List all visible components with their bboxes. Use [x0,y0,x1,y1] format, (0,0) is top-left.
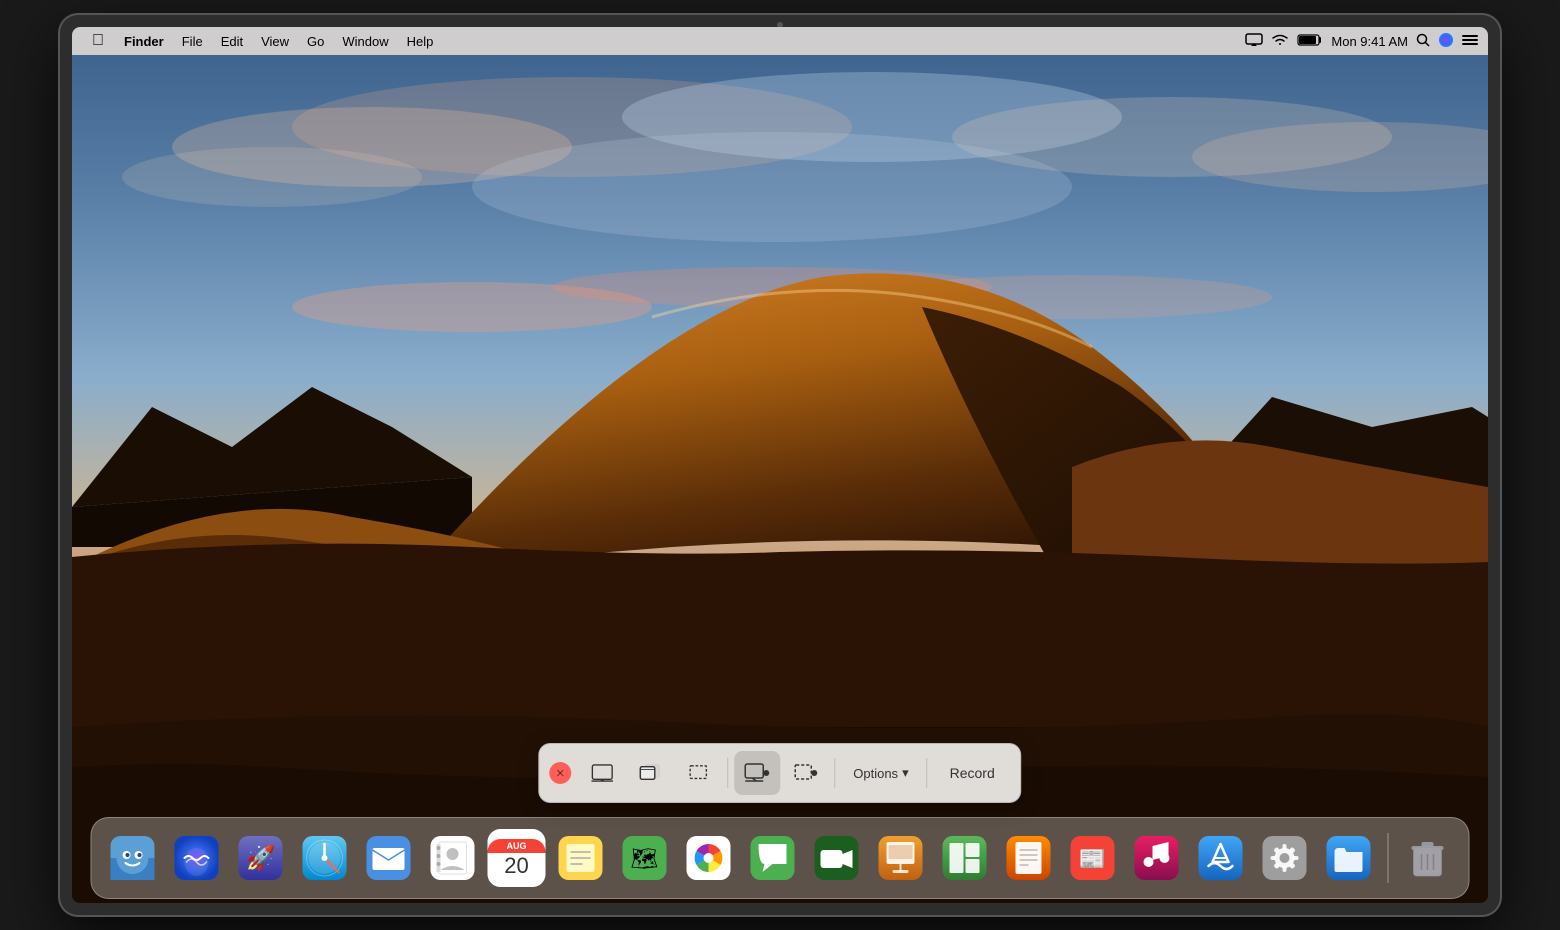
wifi-icon[interactable] [1271,33,1289,50]
dock-item-numbers[interactable] [936,829,994,887]
capture-window-button[interactable] [627,751,673,795]
record-screen-button[interactable] [734,751,780,795]
dock-item-safari[interactable] [296,829,354,887]
laptop-frame:  Finder File Edit View Go Window Help [60,15,1500,915]
options-chevron: ▾ [902,765,909,781]
record-selection-button[interactable] [782,751,828,795]
dock-item-photos[interactable] [680,829,738,887]
dock-item-files[interactable] [1320,829,1378,887]
notification-center-icon[interactable] [1462,33,1478,50]
dock-item-systemprefs[interactable] [1256,829,1314,887]
dock-item-music[interactable] [1128,829,1186,887]
toolbar-divider-1 [727,758,728,788]
apple-menu[interactable]:  [82,30,114,52]
dock-item-messages[interactable] [744,829,802,887]
screenshot-toolbar: Options ▾ Record [538,743,1021,803]
options-button[interactable]: Options ▾ [841,759,920,787]
menubar:  Finder File Edit View Go Window Help [72,27,1488,55]
help-menu[interactable]: Help [399,32,442,51]
dock-item-finder[interactable] [104,829,162,887]
screen:  Finder File Edit View Go Window Help [72,27,1488,903]
dock-item-trash[interactable] [1399,829,1457,887]
dock-item-notes[interactable] [552,829,610,887]
search-icon[interactable] [1416,33,1430,50]
dock-item-appstore[interactable] [1192,829,1250,887]
menubar-left:  Finder File Edit View Go Window Help [82,30,441,52]
toolbar-divider-3 [927,758,928,788]
record-label: Record [950,765,995,781]
dock-item-pages[interactable] [1000,829,1058,887]
calendar-month: AUG [488,839,546,853]
airplay-icon[interactable] [1245,33,1263,50]
dock-item-mail[interactable] [360,829,418,887]
battery-icon[interactable] [1297,33,1323,50]
calendar-day: 20 [504,853,528,877]
dock: 🚀 [91,817,1470,899]
options-label: Options [853,766,898,781]
toolbar-divider-2 [834,758,835,788]
svg-text:📰: 📰 [1079,846,1106,871]
dock-item-launchpad[interactable]: 🚀 [232,829,290,887]
dock-item-facetime[interactable] [808,829,866,887]
go-menu[interactable]: Go [299,32,332,51]
dock-item-news[interactable]: 📰 [1064,829,1122,887]
view-menu[interactable]: View [253,32,297,51]
file-menu[interactable]: File [174,32,211,51]
capture-selection-button[interactable] [675,751,721,795]
window-menu[interactable]: Window [334,32,396,51]
svg-text:🗺: 🗺 [631,846,659,871]
datetime-display[interactable]: Mon 9:41 AM [1331,34,1408,49]
dock-item-siri[interactable] [168,829,226,887]
finder-menu[interactable]: Finder [116,32,172,51]
dock-item-contacts[interactable] [424,829,482,887]
menubar-right: Mon 9:41 AM [1245,32,1478,51]
capture-screen-button[interactable] [579,751,625,795]
edit-menu[interactable]: Edit [213,32,251,51]
dock-item-maps[interactable]: 🗺 [616,829,674,887]
dock-separator [1388,833,1389,883]
siri-icon[interactable] [1438,32,1454,51]
calendar-icon-content: AUG 20 [488,829,546,887]
record-button[interactable]: Record [934,759,1011,787]
svg-text:🚀: 🚀 [246,844,276,872]
dock-item-calendar[interactable]: AUG 20 [488,829,546,887]
toolbar-close-button[interactable] [549,762,571,784]
dock-item-keynote[interactable] [872,829,930,887]
